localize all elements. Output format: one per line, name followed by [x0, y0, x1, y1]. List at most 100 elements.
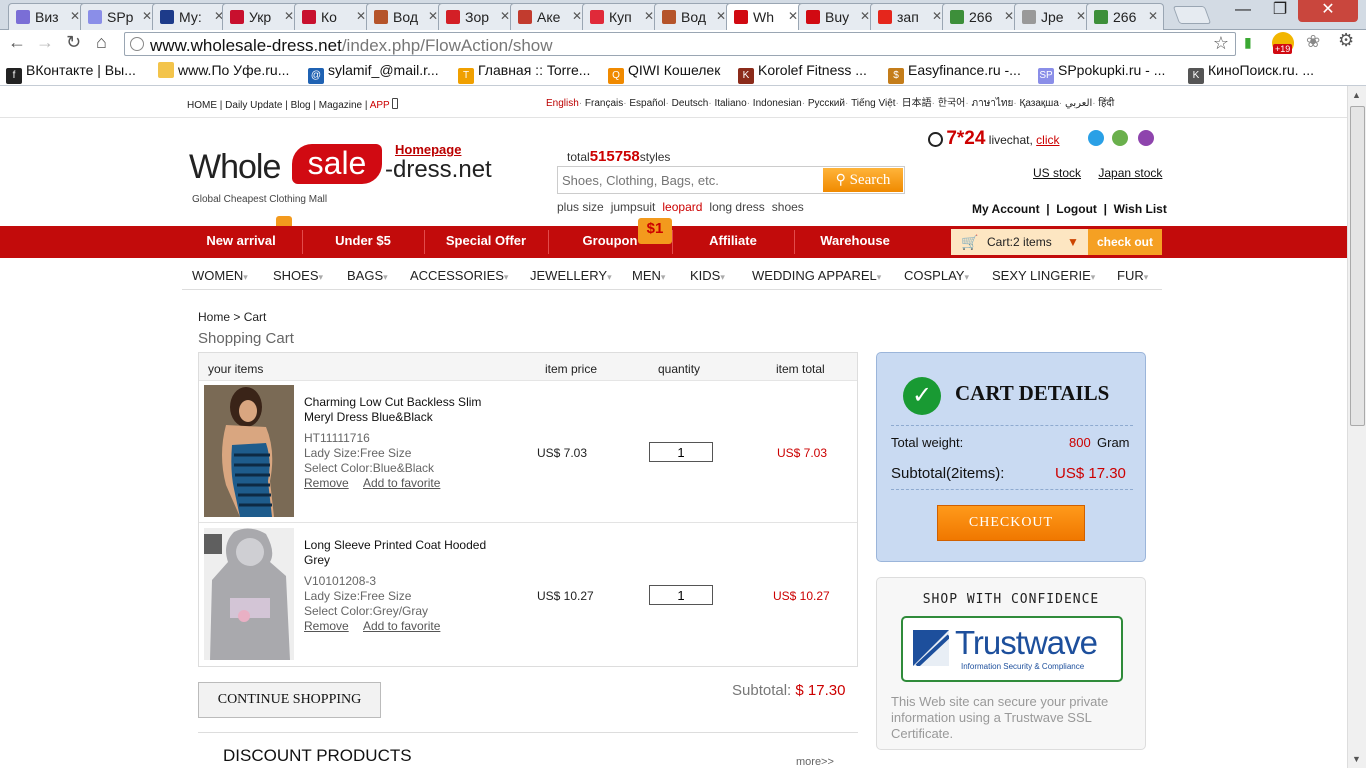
bookmark-item[interactable]: $ Easyfinance.ru -...	[888, 62, 1021, 84]
bookmark-item[interactable]: www.По Уфе.ru...	[158, 62, 289, 78]
quantity-input[interactable]	[649, 585, 713, 605]
category-item[interactable]: FUR▾	[1117, 268, 1148, 283]
nav-under-5[interactable]: Under $5	[304, 226, 422, 258]
nav-warehouse[interactable]: Warehouse	[796, 226, 914, 258]
paw-extension-icon[interactable]: ❀	[1306, 32, 1320, 52]
browser-tab[interactable]: Му: ✕	[152, 3, 230, 30]
maximize-button[interactable]: ❐	[1264, 0, 1296, 22]
category-item[interactable]: ACCESSORIES▾	[410, 268, 508, 283]
close-tab-icon[interactable]: ✕	[1004, 9, 1014, 23]
top-link-daily-update[interactable]: Daily Update	[225, 100, 282, 111]
bookmark-item[interactable]: T Главная :: Torre...	[458, 62, 590, 84]
hot-keyword-link[interactable]: shoes	[772, 200, 804, 214]
language-option[interactable]: Қазақша	[1020, 98, 1059, 109]
hot-keyword-link[interactable]: jumpsuit	[611, 200, 656, 214]
close-tab-icon[interactable]: ✕	[356, 9, 366, 23]
remove-link[interactable]: Remove	[304, 619, 349, 633]
language-option[interactable]: Indonesian	[753, 98, 802, 109]
bookmark-item[interactable]: @ sylamif_@mail.r...	[308, 62, 439, 84]
logout-link[interactable]: Logout	[1056, 202, 1097, 216]
language-option[interactable]: Tiếng Việt	[851, 98, 895, 109]
close-tab-icon[interactable]: ✕	[142, 9, 152, 23]
language-option[interactable]: ภาษาไทย	[971, 98, 1013, 109]
skype-icon[interactable]	[1088, 130, 1104, 146]
header-checkout-button[interactable]: check out	[1088, 229, 1162, 255]
top-link-magazine[interactable]: Magazine	[319, 100, 362, 111]
language-option[interactable]: हिंदी	[1098, 98, 1114, 109]
language-option[interactable]: 한국어	[938, 98, 966, 109]
language-option[interactable]: Русский	[808, 98, 845, 109]
nav-affiliate[interactable]: Affiliate	[674, 226, 792, 258]
language-option[interactable]: Français	[585, 98, 623, 109]
msn-icon[interactable]	[1112, 130, 1128, 146]
browser-tab[interactable]: Куп ✕	[582, 3, 660, 30]
my-account-link[interactable]: My Account	[972, 202, 1040, 216]
bookmark-star-icon[interactable]: ☆	[1213, 33, 1229, 54]
yahoo-icon[interactable]	[1138, 130, 1154, 146]
new-tab-button[interactable]	[1172, 6, 1212, 24]
close-tab-icon[interactable]: ✕	[70, 9, 80, 23]
add-to-favorite-link[interactable]: Add to favorite	[363, 476, 440, 490]
reload-icon[interactable]: ↻	[66, 32, 81, 53]
scroll-down-icon[interactable]: ▼	[1352, 754, 1361, 764]
close-tab-icon[interactable]: ✕	[1076, 9, 1086, 23]
minimize-button[interactable]: —	[1226, 0, 1260, 22]
category-item[interactable]: WEDDING APPAREL▾	[752, 268, 881, 283]
language-option[interactable]: العربي	[1065, 98, 1092, 109]
product-name[interactable]: Long Sleeve Printed Coat Hooded Grey	[304, 538, 494, 568]
top-link-app[interactable]: APP	[370, 100, 390, 111]
hot-keyword-link[interactable]: leopard	[662, 200, 702, 214]
nav-special-offer[interactable]: Special Offer	[426, 226, 546, 258]
quantity-input[interactable]	[649, 442, 713, 462]
browser-tab[interactable]: Buy ✕	[798, 3, 876, 30]
more-link[interactable]: more>>	[796, 756, 834, 768]
vertical-scrollbar[interactable]: ▲ ▼	[1347, 86, 1366, 768]
close-window-button[interactable]: ✕	[1298, 0, 1358, 22]
browser-tab[interactable]: Вод ✕	[654, 3, 732, 30]
browser-tab[interactable]: 266 ✕	[942, 3, 1020, 30]
category-item[interactable]: SHOES▾	[273, 268, 323, 283]
close-tab-icon[interactable]: ✕	[572, 9, 582, 23]
browser-tab[interactable]: Виз ✕	[8, 3, 86, 30]
checkout-button[interactable]: CHECKOUT	[937, 505, 1085, 541]
category-item[interactable]: JEWELLERY▾	[530, 268, 612, 283]
forward-arrow-icon[interactable]: →	[36, 32, 54, 53]
address-bar[interactable]: www.wholesale-dress.net/index.php/FlowAc…	[124, 32, 1236, 56]
trustwave-seal[interactable]: Trustwave Information Security & Complia…	[901, 616, 1123, 682]
search-button[interactable]: ⚲ Search	[823, 168, 903, 192]
browser-tab[interactable]: Зор ✕	[438, 3, 516, 30]
top-link-home[interactable]: HOME	[187, 100, 217, 111]
search-input[interactable]	[560, 169, 822, 191]
language-option[interactable]: Deutsch	[672, 98, 709, 109]
breadcrumb-home[interactable]: Home	[198, 310, 230, 324]
bookmark-item[interactable]: K КиноПоиск.ru. ...	[1188, 62, 1314, 84]
page-info-icon[interactable]	[130, 37, 144, 51]
homepage-link[interactable]: Homepage	[395, 142, 461, 157]
close-tab-icon[interactable]: ✕	[788, 9, 798, 23]
close-tab-icon[interactable]: ✕	[860, 9, 870, 23]
close-tab-icon[interactable]: ✕	[428, 9, 438, 23]
close-tab-icon[interactable]: ✕	[932, 9, 942, 23]
category-item[interactable]: COSPLAY▾	[904, 268, 969, 283]
scrollbar-thumb[interactable]	[1350, 106, 1365, 426]
browser-tab[interactable]: Ко ✕	[294, 3, 372, 30]
hot-keyword-link[interactable]: plus size	[557, 200, 604, 214]
language-option[interactable]: Español	[629, 98, 665, 109]
category-item[interactable]: SEXY LINGERIE▾	[992, 268, 1095, 283]
bookmark-item[interactable]: f ВКонтакте | Вы...	[6, 62, 136, 84]
product-image[interactable]	[204, 528, 294, 660]
wish-list-link[interactable]: Wish List	[1114, 202, 1167, 216]
product-image[interactable]	[204, 385, 294, 517]
top-link-blog[interactable]: Blog	[291, 100, 311, 111]
browser-tab[interactable]: SPр ✕	[80, 3, 158, 30]
browser-tab[interactable]: Укр ✕	[222, 3, 300, 30]
close-tab-icon[interactable]: ✕	[500, 9, 510, 23]
bookmark-item[interactable]: K Korolef Fitness ...	[738, 62, 867, 84]
browser-tab[interactable]: зап ✕	[870, 3, 948, 30]
category-item[interactable]: BAGS▾	[347, 268, 388, 283]
japan-stock-link[interactable]: Japan stock	[1098, 166, 1162, 180]
close-tab-icon[interactable]: ✕	[284, 9, 294, 23]
scroll-up-icon[interactable]: ▲	[1352, 90, 1361, 100]
us-stock-link[interactable]: US stock	[1033, 166, 1081, 180]
add-to-favorite-link[interactable]: Add to favorite	[363, 619, 440, 633]
